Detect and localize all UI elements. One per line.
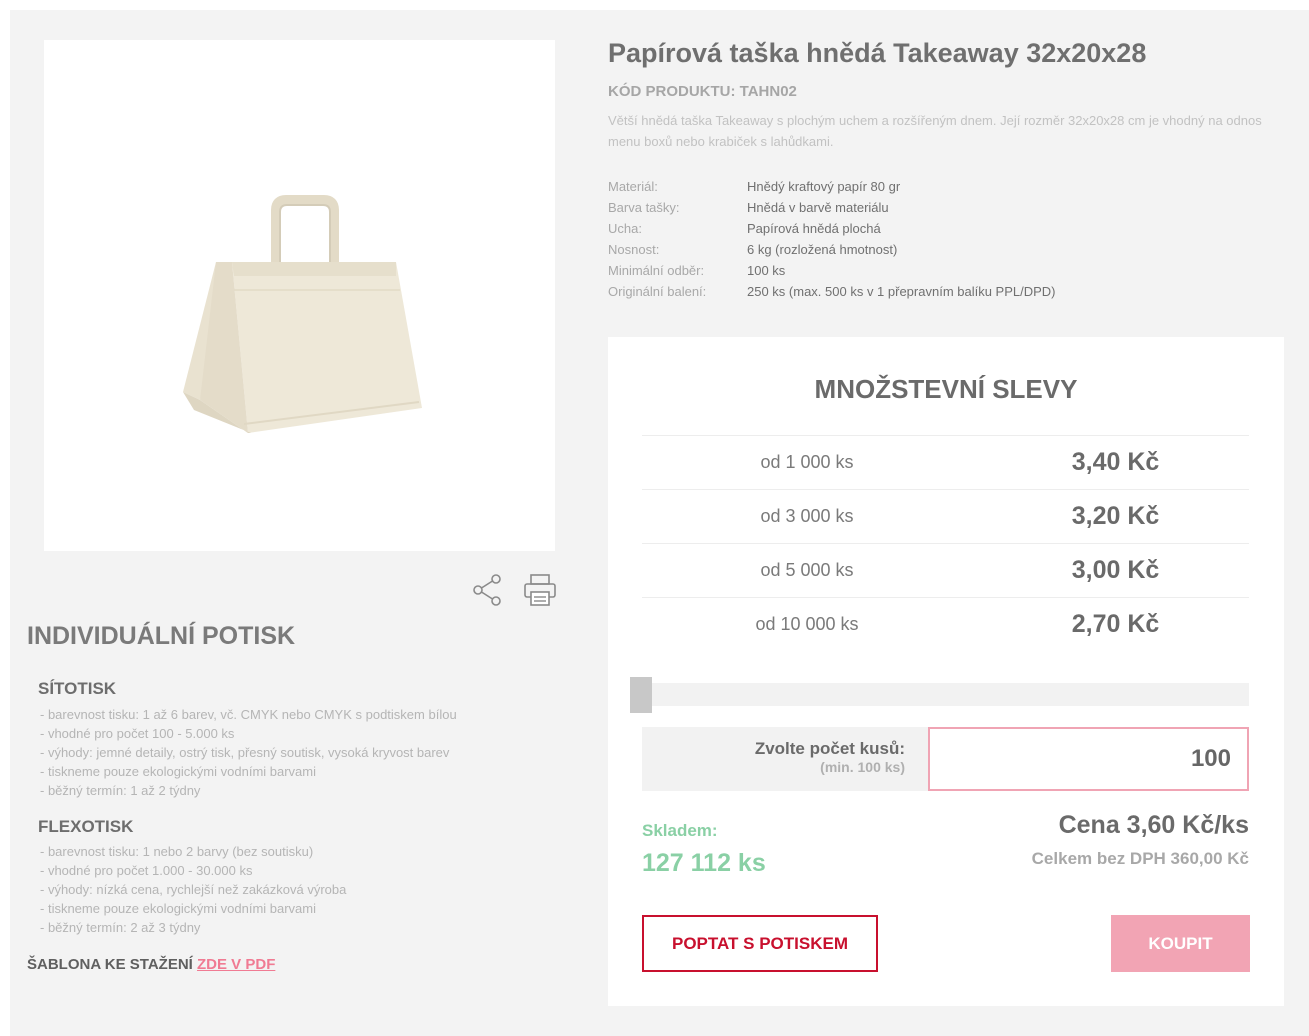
template-download: ŠABLONA KE STAŽENÍ ZDE V PDF — [27, 956, 275, 973]
spec-value: Hnědý kraftový papír 80 gr — [747, 179, 901, 194]
share-icon — [473, 574, 501, 606]
spec-value: 250 ks (max. 500 ks v 1 přepravním balík… — [747, 284, 1056, 299]
quantity-input[interactable] — [928, 727, 1249, 791]
list-item: běžný termín: 1 až 2 týdny — [40, 781, 457, 800]
product-tools — [470, 572, 558, 608]
discount-tier-row: od 3 000 ks 3,20 Kč — [642, 489, 1249, 543]
spec-label: Originální balení: — [608, 284, 707, 299]
buy-button[interactable]: KOUPIT — [1111, 915, 1250, 972]
spec-label: Nosnost: — [608, 242, 660, 257]
template-pdf-link[interactable]: ZDE V PDF — [197, 956, 275, 973]
product-specs: Materiál: Hnědý kraftový papír 80 gr Barv… — [608, 176, 1056, 302]
stock-label: Skladem: — [642, 821, 718, 840]
method-title-sitotisk: SÍTOTISK — [38, 679, 117, 698]
quantity-label: Zvolte počet kusů: (min. 100 ks) — [755, 739, 905, 775]
quantity-min-text: (min. 100 ks) — [820, 759, 905, 775]
spec-row: Ucha: Papírová hnědá plochá — [608, 218, 1056, 239]
spec-label: Materiál: — [608, 179, 658, 194]
print-button[interactable] — [522, 572, 558, 608]
list-item: tiskneme pouze ekologickými vodními barv… — [40, 762, 457, 781]
list-item: běžný termín: 2 až 3 týdny — [40, 918, 346, 937]
tier-price: 2,70 Kč — [1071, 610, 1160, 638]
quantity-label-text: Zvolte počet kusů: — [754, 739, 905, 758]
discounts-title: MNOŽSTEVNÍ SLEVY — [814, 374, 1078, 404]
page-container: INDIVIDUÁLNÍ POTISK SÍTOTISK barevnost t… — [10, 10, 1309, 1036]
method-title-flexotisk: FLEXOTISK — [38, 817, 134, 836]
product-description: Větší hnědá taška Takeaway s plochým uch… — [608, 113, 1262, 149]
method-list-flexotisk: barevnost tisku: 1 nebo 2 barvy (bez sou… — [40, 842, 346, 937]
stock-value: 127 112 ks — [642, 849, 766, 877]
tier-quantity: od 3 000 ks — [760, 506, 854, 526]
spec-value: 100 ks — [747, 263, 786, 278]
spec-label: Ucha: — [608, 221, 642, 236]
tier-quantity: od 10 000 ks — [755, 614, 859, 634]
list-item: vhodné pro počet 100 - 5.000 ks — [40, 724, 457, 743]
paper-bag-illustration — [183, 195, 422, 433]
discount-tiers: od 1 000 ks 3,40 Kč od 3 000 ks 3,20 Kč … — [642, 435, 1249, 651]
spec-row: Minimální odběr: 100 ks — [608, 260, 1056, 281]
printer-icon — [524, 574, 556, 606]
tier-quantity: od 1 000 ks — [760, 452, 854, 472]
product-code: KÓD PRODUKTU: TAHN02 — [608, 83, 797, 100]
total-price: Celkem bez DPH 360,00 Kč — [1031, 849, 1249, 868]
tier-price: 3,20 Kč — [1071, 502, 1160, 530]
spec-value: 6 kg (rozložená hmotnost) — [747, 242, 898, 257]
spec-row: Barva tašky: Hnědá v barvě materiálu — [608, 197, 1056, 218]
tier-price: 3,40 Kč — [1071, 448, 1160, 476]
inquire-with-print-button[interactable]: POPTAT S POTISKEM — [642, 915, 878, 972]
method-list-sitotisk: barevnost tisku: 1 až 6 barev, vč. CMYK … — [40, 705, 457, 800]
spec-value: Papírová hnědá plochá — [747, 221, 881, 236]
template-label: ŠABLONA KE STAŽENÍ — [27, 956, 193, 973]
list-item: výhody: nízká cena, rychlejší než zakázk… — [40, 880, 346, 899]
list-item: tiskneme pouze ekologickými vodními barv… — [40, 899, 346, 918]
product-image[interactable] — [44, 40, 555, 551]
print-section-title: INDIVIDUÁLNÍ POTISK — [27, 622, 296, 650]
list-item: barevnost tisku: 1 až 6 barev, vč. CMYK … — [40, 705, 457, 724]
list-item: vhodné pro počet 1.000 - 30.000 ks — [40, 861, 346, 880]
quantity-slider[interactable] — [630, 677, 1249, 713]
product-title: Papírová taška hnědá Takeaway 32x20x28 — [608, 38, 1147, 68]
discount-tier-row: od 1 000 ks 3,40 Kč — [642, 435, 1249, 489]
tier-quantity: od 5 000 ks — [760, 560, 854, 580]
spec-row: Materiál: Hnědý kraftový papír 80 gr — [608, 176, 1056, 197]
unit-price: Cena 3,60 Kč/ks — [1058, 811, 1249, 839]
spec-row: Nosnost: 6 kg (rozložená hmotnost) — [608, 239, 1056, 260]
discount-tier-row: od 10 000 ks 2,70 Kč — [642, 597, 1249, 651]
list-item: výhody: jemné detaily, ostrý tisk, přesn… — [40, 743, 457, 762]
spec-label: Barva tašky: — [608, 200, 680, 215]
spec-row: Originální balení: 250 ks (max. 500 ks v … — [608, 281, 1056, 302]
spec-label: Minimální odběr: — [608, 263, 705, 278]
list-item: barevnost tisku: 1 nebo 2 barvy (bez sou… — [40, 842, 346, 861]
tier-price: 3,00 Kč — [1071, 556, 1160, 584]
slider-handle[interactable] — [630, 677, 652, 713]
spec-value: Hnědá v barvě materiálu — [747, 200, 889, 215]
discount-tier-row: od 5 000 ks 3,00 Kč — [642, 543, 1249, 597]
quantity-row: Zvolte počet kusů: (min. 100 ks) — [642, 727, 1249, 791]
share-button[interactable] — [470, 572, 506, 608]
order-card: MNOŽSTEVNÍ SLEVY od 1 000 ks 3,40 Kč od … — [608, 337, 1284, 1006]
